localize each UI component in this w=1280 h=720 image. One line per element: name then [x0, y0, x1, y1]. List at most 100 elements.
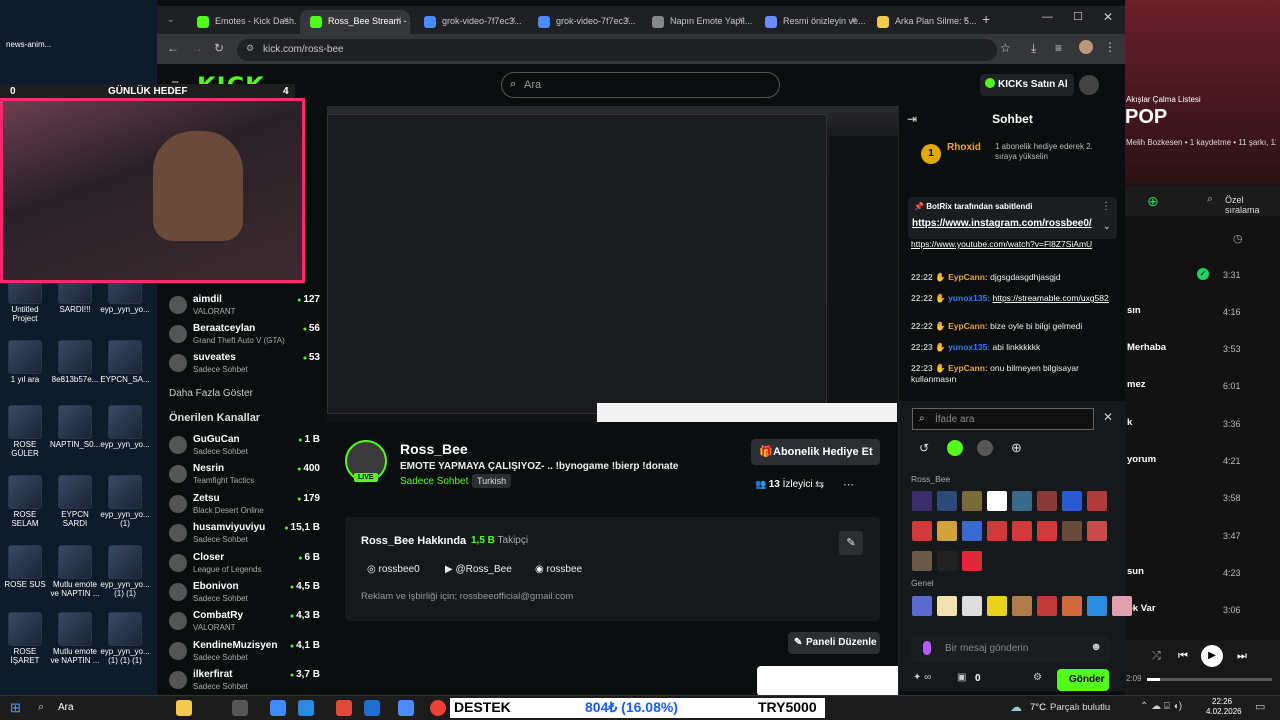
task-view-icon[interactable] [232, 700, 248, 716]
desktop-icon[interactable]: EYPCN_SA... [100, 340, 150, 385]
clock-date[interactable]: 4.02.2026 [1206, 707, 1242, 716]
app-icon[interactable] [336, 700, 352, 716]
emoji-icon[interactable]: ☻ [1090, 641, 1102, 653]
message-username[interactable]: EypCann: [948, 321, 988, 331]
send-button[interactable]: Gönder [1057, 669, 1109, 691]
user-avatar[interactable] [1079, 75, 1099, 95]
new-tab-button[interactable]: + [982, 11, 990, 27]
channel-emote[interactable] [962, 521, 982, 541]
menu-icon[interactable]: ⋮ [1104, 40, 1116, 54]
social-youtube[interactable]: ▶ @Ross_Bee [445, 564, 512, 575]
general-emote[interactable] [1012, 596, 1032, 616]
saved-check-icon[interactable]: ✓ [1197, 268, 1209, 280]
channel-emote[interactable] [912, 491, 932, 511]
close-emotes-icon[interactable]: ✕ [1103, 410, 1113, 424]
start-icon[interactable]: ⊞ [10, 700, 21, 716]
desktop-icon[interactable]: Mutlu emote ve NAPTIN ... [50, 612, 100, 666]
recent-emotes-icon[interactable]: ↺ [919, 441, 929, 455]
kick-emotes-icon[interactable] [947, 440, 963, 456]
global-emotes-icon[interactable]: ⊕ [1011, 440, 1022, 456]
general-emote[interactable] [1062, 596, 1082, 616]
channel-emote[interactable] [937, 521, 957, 541]
desktop-icon[interactable]: eyp_yyn_yo... (1) [100, 475, 150, 529]
social-discord[interactable]: ◉ rossbee [535, 564, 582, 575]
desktop-icon[interactable]: Mutlu emote ve NAPTIN ... [50, 545, 100, 599]
social-instagram[interactable]: ◎ rossbee0 [367, 564, 420, 575]
search-icon[interactable]: ⌕ [1207, 193, 1213, 206]
channel-name[interactable]: Ross_Bee [400, 441, 468, 457]
channel-emote[interactable] [1087, 491, 1107, 511]
weather-text[interactable]: Parçalı bulutlu [1050, 702, 1110, 713]
tab-close-icon[interactable]: × [851, 15, 857, 26]
chat-message-input[interactable]: Bir mesaj gönderin ☻ [911, 636, 1110, 662]
channel-emotes-icon[interactable] [977, 440, 993, 456]
widgets-icon[interactable] [176, 700, 192, 716]
channel-emote[interactable] [1087, 521, 1107, 541]
points-icon[interactable]: ✦ ∞ [913, 672, 931, 683]
taskbar-search-icon[interactable]: ⌕ [38, 701, 44, 714]
channel-emote[interactable] [1037, 491, 1057, 511]
message-username[interactable]: EypCann: [948, 272, 988, 282]
desktop-icon[interactable]: 1 yıl ara [0, 340, 50, 385]
shuffle-icon[interactable]: ⤮ [1152, 650, 1161, 663]
channel-emote[interactable] [962, 551, 982, 571]
general-emote[interactable] [1087, 596, 1107, 616]
browser-tab[interactable]: Napın Emote Yapıl... × [642, 10, 752, 34]
play-button[interactable]: ▶ [1201, 645, 1223, 667]
tab-close-icon[interactable]: × [624, 15, 630, 26]
track-title[interactable]: yorum [1127, 454, 1156, 465]
general-emote[interactable] [937, 596, 957, 616]
track-title[interactable]: sun [1127, 566, 1144, 577]
tab-close-icon[interactable]: × [396, 15, 402, 26]
general-emote[interactable] [962, 596, 982, 616]
general-emote[interactable] [912, 596, 932, 616]
next-icon[interactable]: ⏭ [1237, 650, 1247, 663]
general-emote[interactable] [1037, 596, 1057, 616]
message-link[interactable]: https://www.youtube.com/watch?v=Fl8Z7SiA… [911, 239, 1092, 249]
message-link[interactable]: https://streamable.com/uxg582 [993, 293, 1109, 303]
general-emote[interactable] [1112, 596, 1132, 616]
bookmark-star-icon[interactable]: ☆ [1000, 41, 1011, 55]
edge-icon[interactable] [298, 700, 314, 716]
search-input[interactable]: ⌕ Ara [501, 72, 780, 98]
gift-leader-name[interactable]: Rhoxid [947, 142, 981, 153]
weather-temp[interactable]: 7°C [1030, 702, 1046, 713]
desktop-icon[interactable]: ROSE GÜLER [0, 405, 50, 459]
sidebar-channel[interactable]: NesrinTeamfight Tactics 400 [165, 463, 320, 491]
channel-emote[interactable] [937, 551, 957, 571]
message-username[interactable]: yunox135: [948, 342, 990, 352]
browser-tab[interactable]: grok-video-7f7ec3... × [414, 10, 524, 34]
sidebar-channel[interactable]: ZetsuBlack Desert Online 179 [165, 493, 320, 521]
desktop-icon[interactable]: eyp_yyn_yo... [100, 405, 150, 450]
tab-close-icon[interactable]: × [510, 15, 516, 26]
download-icon[interactable]: ⊕ [1147, 193, 1159, 210]
message-username[interactable]: yunox135: [948, 293, 990, 303]
app-icon[interactable] [398, 700, 414, 716]
sidebar-channel[interactable]: KendineMuzisyenSadece Sohbet 4,1 B [165, 640, 320, 668]
notification-icon[interactable]: ▭ [1255, 700, 1265, 713]
chrome-icon[interactable] [430, 700, 446, 716]
desktop-icon[interactable]: ROSE SELAM [0, 475, 50, 529]
download-icon[interactable]: ⤓ [1031, 41, 1036, 56]
taskbar-search-label[interactable]: Ara [58, 702, 74, 713]
share-icon[interactable]: ⇆ [815, 478, 824, 491]
media-icon[interactable]: ≡ [1055, 41, 1062, 55]
maximize-button[interactable]: ☐ [1073, 10, 1083, 23]
app-icon[interactable] [364, 700, 380, 716]
sidebar-channel[interactable]: suveates Sadece Sohbet 53 [165, 352, 320, 380]
tray-icons[interactable]: ⌃ ☁ ⌸ ◖) [1140, 701, 1182, 712]
desktop-icon[interactable]: eyp_yyn_yo... (1) (1) [100, 545, 150, 599]
sidebar-channel[interactable]: CloserLeague of Legends 6 B [165, 552, 320, 580]
channel-emote[interactable] [912, 551, 932, 571]
pinned-expand-icon[interactable]: ⌄ [1103, 221, 1111, 232]
tab-search-icon[interactable]: ⌄ [167, 14, 175, 25]
url-field[interactable]: ⚙ kick.com/ross-bee [237, 39, 997, 61]
sidebar-channel[interactable]: Beraatceylan Grand Theft Auto V (GTA) 56 [165, 323, 320, 351]
language-badge[interactable]: Turkish [472, 474, 512, 488]
sidebar-channel[interactable]: aimdil VALORANT 127 [165, 294, 320, 322]
browser-tab[interactable]: Emotes - Kick Dash... × [187, 10, 297, 34]
close-window-button[interactable]: ✕ [1103, 10, 1113, 24]
desktop-icon[interactable]: NAPTIN_S0... [50, 405, 100, 450]
site-info-icon[interactable]: ⚙ [246, 43, 254, 54]
channel-emote[interactable] [1062, 491, 1082, 511]
